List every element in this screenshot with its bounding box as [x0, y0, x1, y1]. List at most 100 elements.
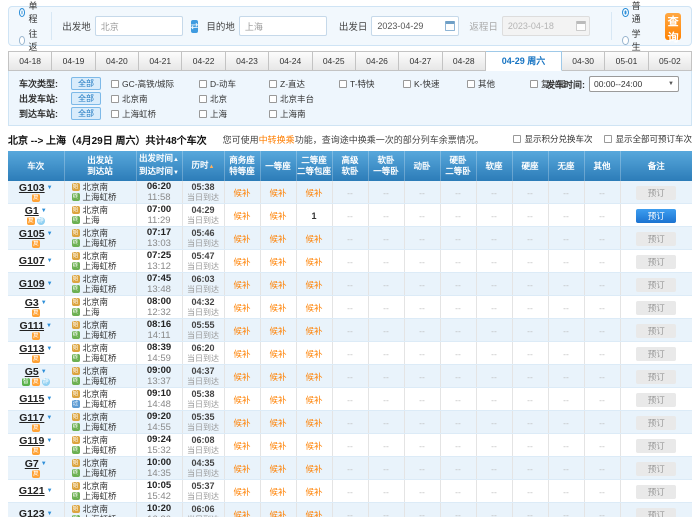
train-number-link[interactable]: G5	[25, 366, 39, 378]
query-button[interactable]: 查询	[665, 13, 681, 40]
filter-checkbox[interactable]: 上海	[199, 108, 269, 120]
expand-caret-icon[interactable]: ▼	[46, 396, 52, 402]
filter-checkbox[interactable]: 北京丰台	[269, 93, 339, 105]
column-header[interactable]: 软卧一等卧	[368, 151, 404, 181]
waitlist-link[interactable]: 候补	[233, 188, 250, 198]
waitlist-link[interactable]: 候补	[305, 303, 322, 313]
waitlist-link[interactable]: 候补	[305, 464, 322, 474]
expand-caret-icon[interactable]: ▼	[41, 208, 47, 214]
date-tab[interactable]: 04-23	[226, 51, 269, 71]
expand-caret-icon[interactable]: ▼	[46, 415, 52, 421]
waitlist-link[interactable]: 候补	[269, 303, 286, 313]
train-number-link[interactable]: G111	[20, 320, 45, 332]
date-tab[interactable]: 04-24	[269, 51, 312, 71]
waitlist-link[interactable]: 候补	[233, 510, 250, 517]
train-number-link[interactable]: G1	[25, 205, 39, 217]
expand-caret-icon[interactable]: ▼	[47, 488, 53, 494]
train-number-link[interactable]: G121	[19, 485, 45, 497]
train-number-link[interactable]: G117	[19, 412, 44, 424]
train-number-link[interactable]: G123	[19, 508, 45, 517]
waitlist-link[interactable]: 候补	[233, 441, 250, 451]
column-header[interactable]: 高级软卧	[332, 151, 368, 181]
waitlist-link[interactable]: 候补	[269, 418, 286, 428]
waitlist-link[interactable]: 候补	[269, 510, 286, 517]
date-tab[interactable]: 04-27	[399, 51, 442, 71]
waitlist-link[interactable]: 候补	[233, 372, 250, 382]
transfer-link[interactable]: 中转换乘	[259, 135, 295, 145]
filter-checkbox[interactable]: 北京南	[111, 93, 199, 105]
expand-caret-icon[interactable]: ▼	[46, 323, 52, 329]
filter-checkbox[interactable]: Z-直达	[269, 78, 339, 90]
expand-caret-icon[interactable]: ▼	[47, 185, 53, 191]
waitlist-link[interactable]: 候补	[305, 441, 322, 451]
radio-student[interactable]: 学生	[622, 27, 643, 53]
expand-caret-icon[interactable]: ▼	[41, 461, 47, 467]
waitlist-link[interactable]: 候补	[305, 326, 322, 336]
show-points-checkbox[interactable]: 显示积分兑换车次	[513, 133, 592, 145]
filter-checkbox[interactable]: 北京	[199, 93, 269, 105]
column-header[interactable]: 出发时间▲到达时间▼	[136, 151, 182, 181]
column-header[interactable]: 商务座特等座	[224, 151, 260, 181]
to-input[interactable]	[239, 16, 327, 36]
train-number-link[interactable]: G119	[19, 435, 44, 447]
column-header[interactable]: 一等座	[260, 151, 296, 181]
date-tab[interactable]: 04-21	[139, 51, 182, 71]
filter-checkbox[interactable]: T-特快	[339, 78, 403, 90]
filter-checkbox[interactable]: K-快速	[403, 78, 467, 90]
waitlist-link[interactable]: 候补	[233, 418, 250, 428]
train-number-link[interactable]: G7	[25, 458, 39, 470]
calendar-icon[interactable]	[445, 21, 455, 31]
expand-caret-icon[interactable]: ▼	[47, 231, 53, 237]
waitlist-link[interactable]: 候补	[269, 211, 286, 221]
waitlist-link[interactable]: 候补	[305, 418, 322, 428]
waitlist-link[interactable]: 候补	[305, 395, 322, 405]
expand-caret-icon[interactable]: ▼	[46, 346, 52, 352]
column-header[interactable]: 二等座二等包座	[296, 151, 332, 181]
expand-caret-icon[interactable]: ▼	[46, 438, 52, 444]
expand-caret-icon[interactable]: ▼	[41, 369, 47, 375]
from-input[interactable]	[95, 16, 183, 36]
waitlist-link[interactable]: 候补	[269, 234, 286, 244]
waitlist-link[interactable]: 候补	[305, 510, 322, 517]
filter-checkbox[interactable]: 其他	[467, 78, 530, 90]
waitlist-link[interactable]: 候补	[233, 464, 250, 474]
column-header[interactable]: 车次	[8, 151, 64, 181]
train-number-link[interactable]: G107	[19, 255, 45, 267]
filter-checkbox[interactable]: 上海南	[269, 108, 339, 120]
waitlist-link[interactable]: 候补	[233, 326, 250, 336]
train-number-link[interactable]: G109	[19, 278, 45, 290]
column-header[interactable]: 备注	[620, 151, 692, 181]
expand-caret-icon[interactable]: ▼	[41, 300, 47, 306]
expand-caret-icon[interactable]: ▼	[47, 258, 53, 264]
train-number-link[interactable]: G115	[19, 393, 44, 405]
waitlist-link[interactable]: 候补	[305, 257, 322, 267]
expand-caret-icon[interactable]: ▼	[47, 281, 53, 287]
filter-checkbox[interactable]: D-动车	[199, 78, 269, 90]
expand-caret-icon[interactable]: ▼	[47, 511, 53, 517]
radio-oneway[interactable]: 单程	[19, 0, 40, 25]
column-header[interactable]: 动卧	[404, 151, 440, 181]
waitlist-link[interactable]: 候补	[269, 280, 286, 290]
date-tab[interactable]: 04-28	[443, 51, 486, 71]
waitlist-link[interactable]: 候补	[269, 257, 286, 267]
waitlist-link[interactable]: 候补	[305, 372, 322, 382]
waitlist-link[interactable]: 候补	[269, 441, 286, 451]
date-tab[interactable]: 04-18	[8, 51, 52, 71]
column-header[interactable]: 软座	[476, 151, 512, 181]
column-header[interactable]: 历时▲	[182, 151, 224, 181]
date-tab[interactable]: 04-25	[313, 51, 356, 71]
waitlist-link[interactable]: 候补	[269, 395, 286, 405]
waitlist-link[interactable]: 候补	[305, 349, 322, 359]
column-header[interactable]: 无座	[548, 151, 584, 181]
waitlist-link[interactable]: 候补	[233, 234, 250, 244]
waitlist-link[interactable]: 候补	[233, 257, 250, 267]
waitlist-link[interactable]: 候补	[233, 303, 250, 313]
train-number-link[interactable]: G3	[25, 297, 39, 309]
date-tab[interactable]: 05-02	[649, 51, 692, 71]
date-tab[interactable]: 04-22	[182, 51, 225, 71]
waitlist-link[interactable]: 候补	[233, 349, 250, 359]
date-tab[interactable]: 04-20	[96, 51, 139, 71]
column-header[interactable]: 其他	[584, 151, 620, 181]
radio-normal[interactable]: 普通	[622, 0, 643, 25]
column-header[interactable]: 出发站到达站	[64, 151, 136, 181]
